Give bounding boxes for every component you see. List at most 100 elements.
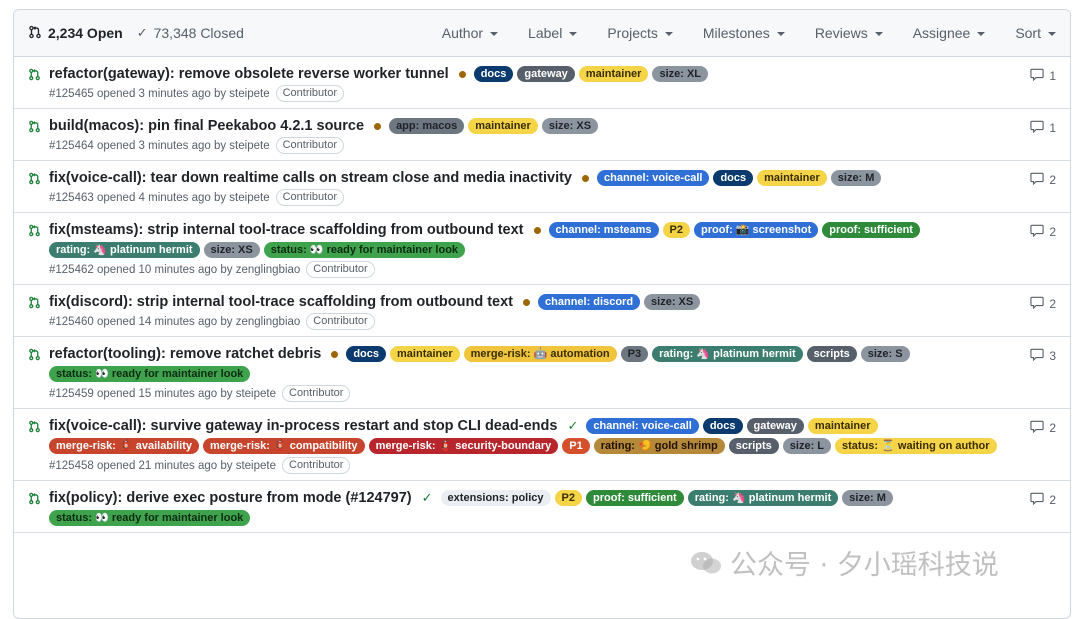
label-badge[interactable]: maintainer — [757, 170, 827, 186]
label-badge[interactable]: P3 — [620, 346, 649, 362]
label-badge[interactable]: scripts — [728, 438, 779, 454]
filter-label[interactable]: Label — [528, 25, 578, 41]
filter-assignee[interactable]: Assignee — [913, 25, 986, 41]
label-badge[interactable]: maintainer — [390, 346, 460, 362]
label-badge[interactable]: size: XS — [541, 118, 599, 134]
comments-link[interactable]: 2 — [1030, 172, 1056, 188]
label-badge[interactable]: size: S — [860, 346, 910, 362]
pr-row: refactor(gateway): remove obsolete rever… — [14, 57, 1070, 109]
filter-reviews[interactable]: Reviews — [815, 25, 883, 41]
label-badge[interactable]: proof: 📸 screenshot — [693, 222, 819, 238]
checks-pending-icon[interactable] — [582, 174, 589, 182]
label-badge[interactable]: size: XS — [203, 242, 260, 258]
comments-link[interactable]: 1 — [1030, 68, 1056, 84]
label-badge[interactable]: rating: 🦄 platinum hermit — [652, 346, 803, 362]
label-badge[interactable]: maintainer — [468, 118, 538, 134]
caret-down-icon — [490, 32, 499, 36]
pr-title-link[interactable]: fix(policy): derive exec posture from mo… — [49, 490, 412, 506]
pr-row: fix(voice-call): tear down realtime call… — [14, 161, 1070, 213]
label-badge[interactable]: maintainer — [807, 418, 878, 434]
pr-title-link[interactable]: refactor(tooling): remove ratchet debris — [49, 346, 321, 362]
title-line: fix(discord): strip internal tool-trace … — [49, 294, 1010, 310]
comments-link[interactable]: 2 — [1030, 224, 1056, 240]
label-badge[interactable]: size: M — [842, 490, 893, 506]
label-badge[interactable]: rating: 🦄 platinum hermit — [49, 242, 200, 258]
comment-icon — [1030, 120, 1044, 136]
label-badge[interactable]: rating: 🦄 platinum hermit — [687, 490, 839, 506]
label-badge[interactable]: proof: sufficient — [822, 222, 920, 238]
pr-row: fix(msteams): strip internal tool-trace … — [14, 213, 1070, 285]
label-badge[interactable]: size: L — [782, 438, 832, 454]
label-badge[interactable]: status: 👀 ready for maintainer look — [263, 242, 466, 258]
comments-link[interactable]: 2 — [1030, 296, 1056, 312]
checks-pending-icon[interactable] — [523, 298, 531, 306]
filter-projects[interactable]: Projects — [607, 25, 673, 41]
label-badge[interactable]: rating: 🍤 gold shrimp — [593, 438, 725, 454]
label-badge[interactable]: size: XS — [644, 294, 701, 310]
label-badge[interactable]: extensions: policy — [440, 490, 551, 506]
contributor-badge: Contributor — [275, 189, 345, 206]
open-pr-icon — [28, 120, 41, 136]
label-badge[interactable]: P2 — [662, 222, 690, 238]
closed-filter[interactable]: ✓ 73,348 Closed — [137, 25, 244, 41]
label-badge[interactable]: P2 — [554, 490, 582, 506]
checks-passed-icon[interactable]: ✓ — [567, 418, 578, 434]
label-badge[interactable]: status: ⏳ waiting on author — [835, 438, 997, 454]
pr-title-link[interactable]: build(macos): pin final Peekaboo 4.2.1 s… — [49, 118, 364, 134]
checks-pending-icon[interactable] — [458, 70, 466, 78]
comments-link[interactable]: 2 — [1030, 420, 1056, 436]
label-badge[interactable]: maintainer — [578, 66, 649, 82]
contributor-badge: Contributor — [282, 457, 351, 474]
comments-link[interactable]: 2 — [1030, 492, 1056, 508]
checks-pending-icon[interactable] — [374, 122, 382, 130]
label-badge[interactable]: gateway — [517, 66, 575, 82]
label-badge[interactable]: merge-risk: 🧯 security-boundary — [368, 438, 559, 454]
title-line: fix(msteams): strip internal tool-trace … — [49, 222, 1010, 258]
closed-count: 73,348 Closed — [153, 25, 244, 41]
pr-title-link[interactable]: fix(voice-call): survive gateway in-proc… — [49, 418, 557, 434]
open-pr-icon — [28, 224, 41, 240]
label-badge[interactable]: channel: discord — [538, 294, 641, 310]
filter-milestones[interactable]: Milestones — [703, 25, 785, 41]
checks-pending-icon[interactable] — [331, 350, 339, 358]
label-badge[interactable]: docs — [702, 418, 743, 434]
pr-title-link[interactable]: fix(voice-call): tear down realtime call… — [49, 170, 572, 186]
open-filter[interactable]: 2,234 Open — [28, 25, 123, 42]
pr-title-link[interactable]: refactor(gateway): remove obsolete rever… — [49, 66, 449, 82]
label-badge[interactable]: docs — [713, 170, 754, 186]
pr-title-link[interactable]: fix(msteams): strip internal tool-trace … — [49, 222, 524, 238]
label-badge[interactable]: app: macos — [389, 118, 465, 134]
filter-sort[interactable]: Sort — [1015, 25, 1056, 41]
label-badge[interactable]: channel: msteams — [548, 222, 659, 238]
comments-link[interactable]: 1 — [1030, 120, 1056, 136]
comment-icon — [1030, 68, 1044, 84]
comment-count: 2 — [1049, 493, 1056, 507]
filter-author[interactable]: Author — [442, 25, 499, 41]
contributor-badge: Contributor — [282, 385, 351, 402]
label-badge[interactable]: merge-risk: 🧯 availability — [49, 438, 199, 454]
label-badge[interactable]: gateway — [746, 418, 804, 434]
checks-pending-icon[interactable] — [533, 226, 541, 234]
label-badge[interactable]: scripts — [806, 346, 857, 362]
label-badge[interactable]: status: 👀 ready for maintainer look — [49, 510, 251, 526]
label-badge[interactable]: P1 — [562, 438, 590, 454]
label-badge[interactable]: channel: voice-call — [597, 170, 710, 186]
pr-meta: #125465 opened 3 minutes ago by steipete… — [49, 85, 1010, 102]
open-pr-icon — [28, 68, 41, 84]
comment-count: 1 — [1049, 121, 1056, 135]
label-badge[interactable]: channel: voice-call — [586, 418, 699, 434]
title-line: fix(voice-call): survive gateway in-proc… — [49, 418, 1010, 454]
comments-link[interactable]: 3 — [1030, 348, 1056, 364]
label-badge[interactable]: merge-risk: 🧯 compatibility — [202, 438, 365, 454]
pr-meta-text: #125464 opened 3 minutes ago by steipete — [49, 139, 270, 152]
label-badge[interactable]: docs — [473, 66, 514, 82]
label-badge[interactable]: size: XL — [652, 66, 709, 82]
pr-title-link[interactable]: fix(discord): strip internal tool-trace … — [49, 294, 513, 310]
comment-count: 2 — [1049, 225, 1056, 239]
checks-passed-icon[interactable]: ✓ — [422, 490, 433, 506]
label-badge[interactable]: merge-risk: 🤖 automation — [463, 346, 617, 362]
label-badge[interactable]: size: M — [830, 170, 882, 186]
label-badge[interactable]: status: 👀 ready for maintainer look — [49, 366, 251, 382]
label-badge[interactable]: docs — [346, 346, 387, 362]
label-badge[interactable]: proof: sufficient — [586, 490, 684, 506]
